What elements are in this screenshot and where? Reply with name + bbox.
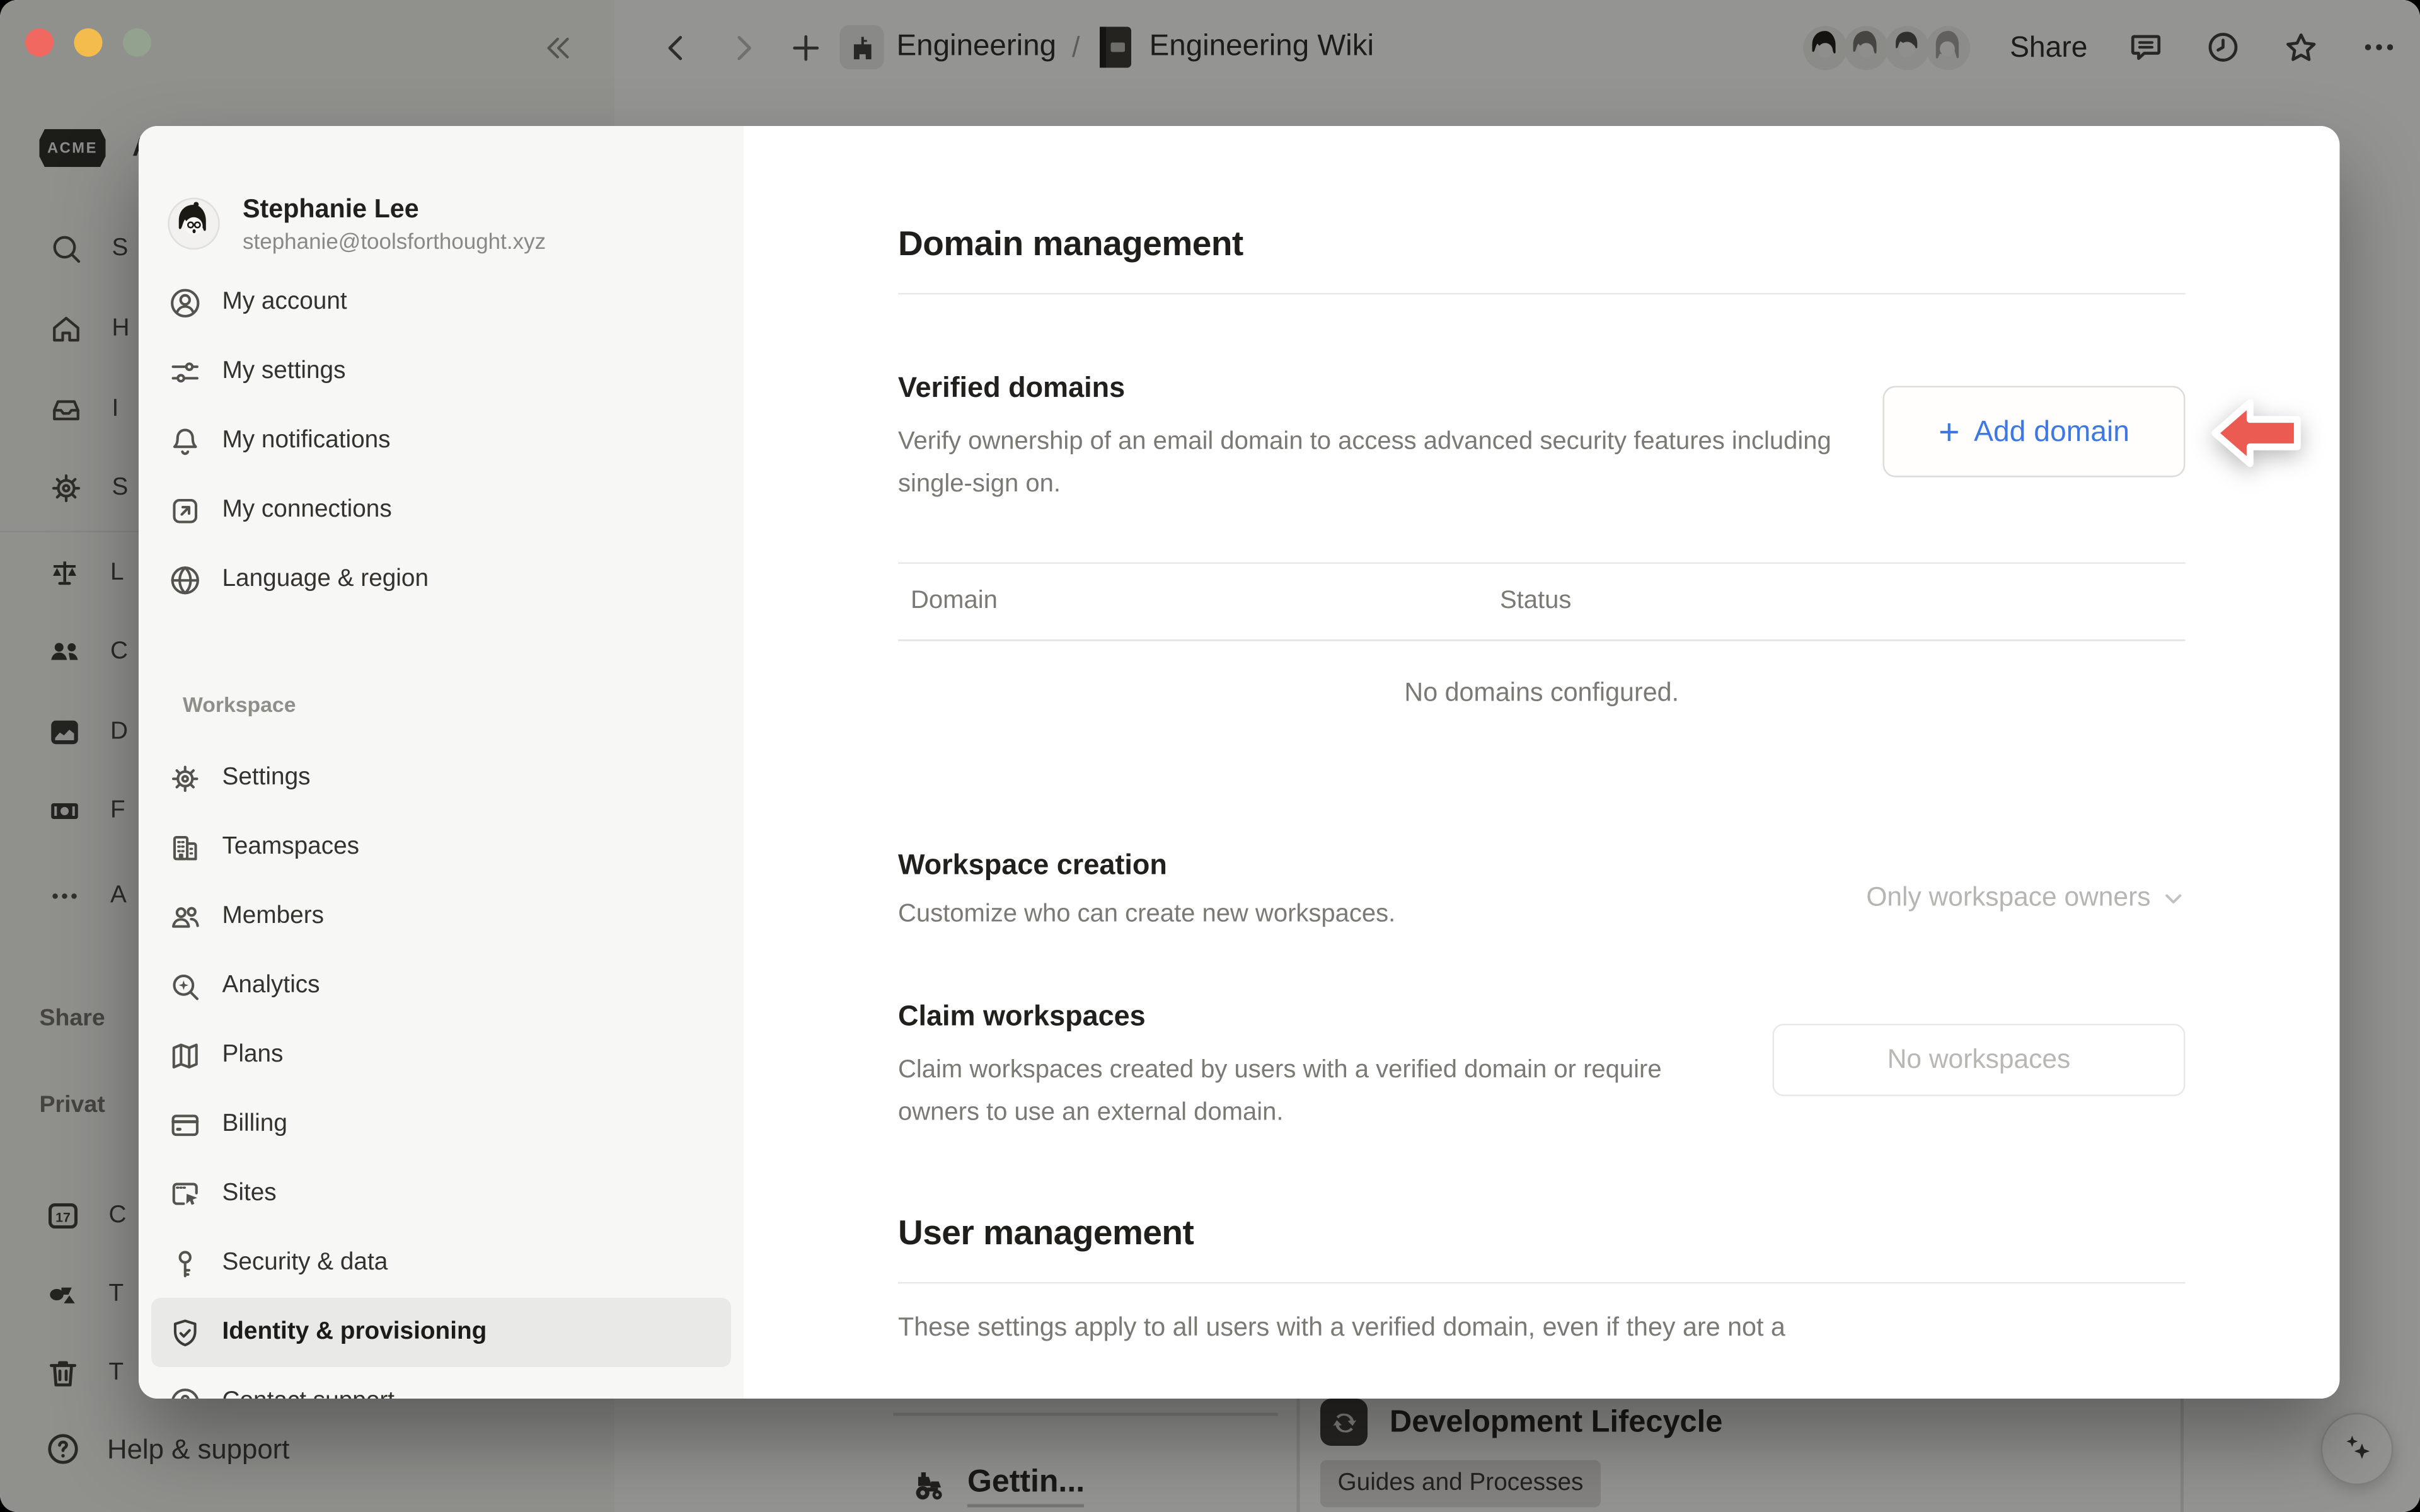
- key-icon: [167, 1245, 204, 1281]
- settings-nav-my-account[interactable]: My account: [151, 268, 731, 337]
- settings-nav-plans[interactable]: Plans: [151, 1021, 731, 1090]
- column-header-domain: Domain: [898, 588, 1500, 616]
- settings-sidebar: Stephanie Lee stephanie@toolsforthought.…: [139, 126, 744, 1399]
- settings-nav-security-data[interactable]: Security & data: [151, 1228, 731, 1298]
- settings-modal: Stephanie Lee stephanie@toolsforthought.…: [139, 126, 2340, 1399]
- zoom-window-button[interactable]: [123, 28, 151, 57]
- workspace-creation-dropdown[interactable]: Only workspace owners: [1866, 882, 2185, 914]
- bell-icon: [167, 423, 204, 459]
- account-header: Stephanie Lee stephanie@toolsforthought.…: [139, 180, 744, 268]
- settings-nav-my-settings[interactable]: My settings: [151, 337, 731, 406]
- page-title: Domain management: [898, 220, 2186, 268]
- settings-nav-language-region[interactable]: Language & region: [151, 545, 731, 614]
- user-name: Stephanie Lee: [243, 192, 546, 227]
- window-controls: [25, 28, 151, 57]
- workspace-section-label: Workspace: [183, 693, 744, 721]
- screen: Engineering / Engineering Wiki Share: [0, 0, 2420, 1512]
- settings-nav-members[interactable]: Members: [151, 882, 731, 951]
- settings-nav-sites[interactable]: Sites: [151, 1159, 731, 1228]
- buildings-icon: [167, 829, 204, 866]
- question-circle-icon: [167, 1383, 204, 1399]
- workspace-creation-description: Customize who can create new workspaces.: [898, 898, 1395, 932]
- user-management-heading: User management: [898, 1210, 2186, 1257]
- user-email: stephanie@toolsforthought.xyz: [243, 227, 546, 255]
- chevron-down-icon: [2162, 886, 2186, 910]
- settings-nav-analytics[interactable]: Analytics: [151, 951, 731, 1021]
- shield-check-icon: [167, 1314, 204, 1351]
- settings-nav-my-notifications[interactable]: My notifications: [151, 406, 731, 476]
- credit-card-icon: [167, 1106, 204, 1143]
- sliders-icon: [167, 353, 204, 390]
- divider: [898, 1282, 2186, 1284]
- add-domain-button[interactable]: + Add domain: [1883, 386, 2186, 478]
- divider: [898, 293, 2186, 295]
- settings-nav-contact-support[interactable]: Contact support: [151, 1367, 731, 1399]
- no-workspaces-button[interactable]: No workspaces: [1773, 1024, 2186, 1096]
- people-icon: [167, 898, 204, 935]
- red-arrow-annotation: [2209, 394, 2303, 472]
- verified-domains-heading: Verified domains: [898, 367, 1867, 408]
- column-header-status: Status: [1500, 588, 1571, 616]
- user-management-clipped-text: These settings apply to all users with a…: [898, 1309, 2186, 1347]
- claim-workspaces-heading: Claim workspaces: [898, 995, 1694, 1036]
- gear-icon: [167, 760, 204, 796]
- settings-nav-identity-provisioning[interactable]: Identity & provisioning: [151, 1298, 731, 1367]
- claim-workspaces-description: Claim workspaces created by users with a…: [898, 1049, 1694, 1134]
- verified-domains-description: Verify ownership of an email domain to a…: [898, 421, 1867, 506]
- settings-nav-billing[interactable]: Billing: [151, 1090, 731, 1159]
- settings-nav-settings[interactable]: Settings: [151, 743, 731, 813]
- minimize-window-button[interactable]: [74, 28, 103, 57]
- empty-state-text: No domains configured.: [898, 641, 2186, 709]
- close-window-button[interactable]: [25, 28, 54, 57]
- notion-window: Engineering / Engineering Wiki Share: [0, 0, 2420, 1512]
- person-circle-icon: [167, 284, 204, 321]
- plus-icon: +: [1939, 413, 1960, 450]
- settings-content: Domain management Verified domains Verif…: [744, 126, 2340, 1399]
- user-avatar: [167, 197, 221, 251]
- settings-nav-my-connections[interactable]: My connections: [151, 476, 731, 545]
- arrow-up-right-box-icon: [167, 492, 204, 529]
- settings-nav-teamspaces[interactable]: Teamspaces: [151, 813, 731, 882]
- map-icon: [167, 1037, 204, 1074]
- browser-cursor-icon: [167, 1176, 204, 1212]
- globe-icon: [167, 561, 204, 598]
- domains-table: Domain Status No domains configured.: [898, 563, 2186, 709]
- magnifier-sparkle-icon: [167, 968, 204, 1004]
- workspace-creation-heading: Workspace creation: [898, 844, 1395, 885]
